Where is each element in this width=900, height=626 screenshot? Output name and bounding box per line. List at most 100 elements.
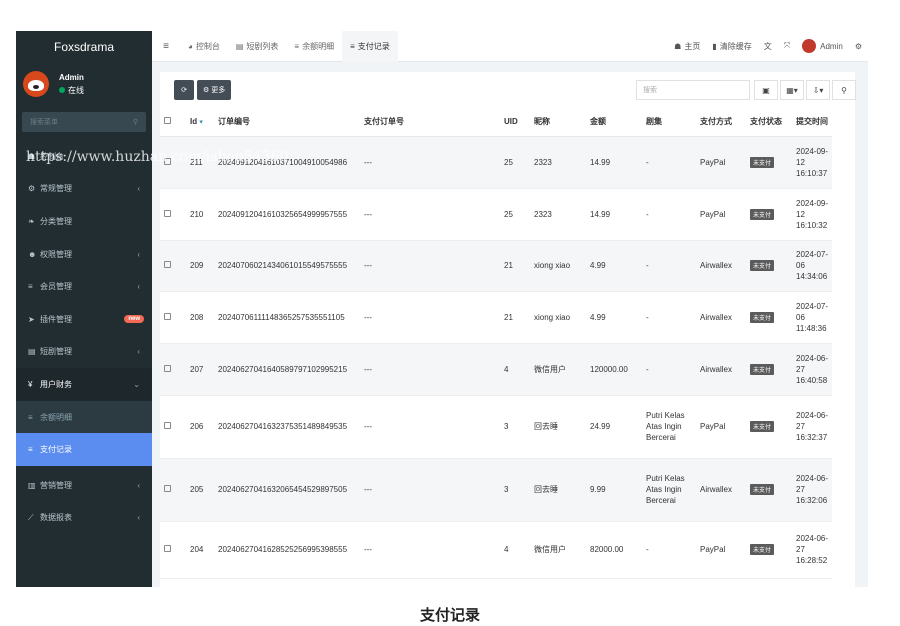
cell-order: 20240627041632065454529897505: [214, 458, 360, 522]
cell-amount: 24.99: [586, 395, 642, 459]
column-header[interactable]: 支付方式: [696, 108, 746, 137]
cell-uid: 3: [500, 395, 530, 459]
column-header[interactable]: Id ▾: [186, 108, 214, 137]
column-header[interactable]: 昵称: [530, 108, 586, 137]
sidebar-item-6[interactable]: ➤ 插件管理 new: [16, 303, 152, 336]
home-link[interactable]: ☗ 主页: [668, 41, 706, 52]
toggle-view-icon[interactable]: ▣: [754, 80, 778, 100]
column-header[interactable]: UID: [500, 108, 530, 137]
row-checkbox[interactable]: [160, 458, 186, 522]
cell-status: 未支付: [746, 291, 792, 344]
sidebar-item-9[interactable]: ≡ 余额明细: [16, 400, 152, 434]
table-row[interactable]: 209 20240706021434061015549575555 --- 21 xio…: [160, 240, 832, 292]
sidebar-item-label: 用户财务: [40, 379, 72, 389]
row-checkbox[interactable]: [160, 343, 186, 396]
sidebar-item-label: 数据报表: [40, 513, 72, 523]
row-checkbox[interactable]: [160, 136, 186, 189]
more-button[interactable]: ⚙ 更多: [197, 80, 232, 100]
table-row[interactable]: 208 20240706111148365257535551105 --- 21 xio…: [160, 291, 832, 344]
cell-amount: 4.99: [586, 291, 642, 344]
tab-3[interactable]: ≡ 余额明细: [286, 31, 342, 62]
cell-method: Airwallex: [696, 458, 746, 522]
home-icon: ☗: [28, 151, 36, 161]
tab-1[interactable]: ◕ 控制台: [180, 31, 228, 62]
column-header[interactable]: 金额: [586, 108, 642, 137]
row-checkbox[interactable]: [160, 521, 186, 579]
column-header[interactable]: 提交时间: [792, 108, 832, 137]
sidebar-item-label: 营销管理: [40, 480, 72, 490]
sidebar-item-11[interactable]: ▥ 营销管理 ‹: [16, 469, 152, 502]
status-badge: 未支付: [750, 484, 775, 495]
sidebar-item-12[interactable]: ⟋ 数据报表 ‹: [16, 502, 152, 535]
payment-records-panel: ⟳ ⚙ 更多 搜索 ▣ ▦▾ ⇩▾ ⚲ Id ▾ 订单编号 支付订单号 UID 昵称 金额剧…: [160, 72, 856, 587]
cell-id: 208: [186, 291, 214, 344]
table-row[interactable]: 210 20240912041610325654999957555 --- 25 232…: [160, 188, 832, 241]
cell-status: 未支付: [746, 521, 792, 579]
table-row[interactable]: 211 20240912041610371004910054986 --- 25 232…: [160, 136, 832, 189]
row-checkbox[interactable]: [160, 291, 186, 344]
sidebar-item-3[interactable]: ❧ 分类管理: [16, 205, 152, 238]
app-logo[interactable]: Foxsdrama: [16, 31, 152, 62]
table-row[interactable]: 204 20240627041628525256995398555 --- 4 微信用户…: [160, 521, 832, 579]
status-badge: 未支付: [750, 156, 775, 168]
table-search-input[interactable]: 搜索: [636, 80, 750, 100]
payment-table: Id ▾ 订单编号 支付订单号 UID 昵称 金额 剧集 支付方式 支付状态 提交时间 211 20…: [160, 108, 832, 579]
cell-pay-order: ---: [360, 240, 500, 292]
cell-id: 204: [186, 521, 214, 579]
cell-order: 20240706111148365257535551105: [214, 291, 360, 344]
sidebar-item-10[interactable]: ≡ 支付记录: [16, 433, 152, 466]
table-row[interactable]: 207 20240627041640589797102995215 --- 4 微信用户…: [160, 343, 832, 396]
sidebar-item-label: 短剧管理: [40, 347, 72, 357]
column-header[interactable]: 订单编号: [214, 108, 360, 137]
table-row[interactable]: 205 20240627041632065454529897505 --- 3 回去睡 9…: [160, 458, 832, 522]
chevron-icon: ‹: [137, 282, 140, 292]
document-icon: ▤: [28, 347, 36, 357]
sidebar-item-7[interactable]: ▤ 短剧管理 ‹: [16, 336, 152, 369]
sidebar-item-label: 常规管理: [40, 184, 72, 194]
cell-method: Airwallex: [696, 291, 746, 344]
language-icon[interactable]: 文: [758, 41, 778, 52]
cell-pay-order: ---: [360, 395, 500, 459]
tab-2[interactable]: ▤ 短剧列表: [228, 31, 287, 62]
export-icon[interactable]: ⇩▾: [806, 80, 830, 100]
cell-nick: 微信用户: [530, 343, 586, 396]
refresh-button[interactable]: ⟳: [174, 80, 194, 100]
sidebar-item-1[interactable]: ☗ 控制台: [16, 140, 152, 173]
admin-menu[interactable]: Admin: [796, 39, 849, 53]
cell-nick: 回去睡: [530, 395, 586, 459]
document-icon: ▤: [235, 41, 244, 51]
sidebar-item-8[interactable]: ¥ 用户财务 ⌄: [16, 368, 152, 401]
cell-episode: -: [642, 188, 696, 241]
columns-icon[interactable]: ▦▾: [780, 80, 804, 100]
sidebar-item-2[interactable]: ⚙ 常规管理 ‹: [16, 173, 152, 206]
cell-uid: 21: [500, 240, 530, 292]
search-icon[interactable]: ⚲: [832, 80, 856, 100]
cell-uid: 25: [500, 136, 530, 189]
avatar: [23, 71, 49, 97]
row-checkbox[interactable]: [160, 188, 186, 241]
page-caption: 支付记录: [419, 607, 480, 624]
cell-episode: -: [642, 291, 696, 344]
cell-status: 未支付: [746, 395, 792, 459]
column-header[interactable]: 支付订单号: [360, 108, 500, 137]
select-all-checkbox[interactable]: [160, 108, 186, 137]
table-row[interactable]: 206 20240627041632375351489849535 --- 3 回去睡 2…: [160, 395, 832, 459]
new-badge: new: [124, 315, 144, 324]
sidebar-item-4[interactable]: ☻ 权限管理 ‹: [16, 238, 152, 271]
clear-cache-button[interactable]: ▮ 清除缓存: [706, 41, 757, 52]
cell-status: 未支付: [746, 188, 792, 241]
tab-4[interactable]: ≡ 支付记录: [342, 31, 398, 62]
user-status: 在线: [59, 84, 84, 97]
column-header[interactable]: 剧集: [642, 108, 696, 137]
cell-time: 2024-07-06 14:34:06: [792, 240, 832, 292]
row-checkbox[interactable]: [160, 240, 186, 292]
row-checkbox[interactable]: [160, 395, 186, 459]
settings-gear-icon[interactable]: ⚙: [849, 42, 868, 51]
sidebar-item-5[interactable]: ≡ 会员管理 ‹: [16, 270, 152, 303]
column-header[interactable]: 支付状态: [746, 108, 792, 137]
menu-toggle-icon[interactable]: ≡: [152, 41, 180, 52]
sidebar-search-input[interactable]: 搜索菜单 ⚲: [22, 112, 146, 132]
checkbox-icon: [164, 312, 171, 320]
fullscreen-icon[interactable]: ⤧: [778, 41, 796, 51]
refresh-icon: ⟳: [181, 87, 187, 94]
